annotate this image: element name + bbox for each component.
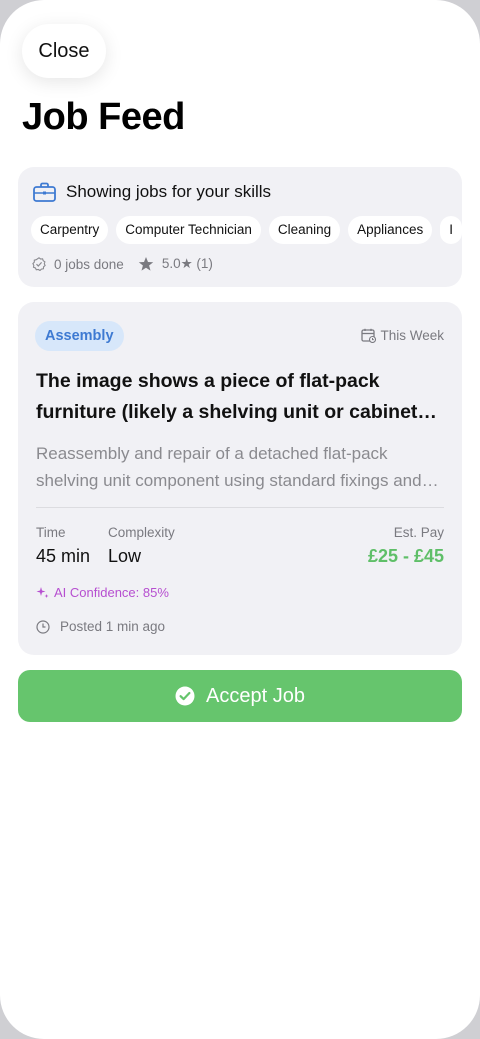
schedule-text: This Week (380, 328, 444, 343)
checkmark-circle-icon (175, 686, 206, 706)
briefcase-icon (33, 182, 56, 202)
ai-confidence: AI Confidence: 85% (36, 585, 169, 600)
posted-time: Posted 1 min ago (36, 619, 165, 634)
skill-chip[interactable]: Computer Technician (116, 216, 261, 244)
time-value: 45 min (36, 546, 91, 566)
time-label: Time (36, 525, 66, 540)
clock-icon (36, 619, 60, 634)
jobs-done-count: 0 jobs done (54, 256, 124, 272)
skills-header: Showing jobs for your skills (33, 182, 271, 202)
skills-title: Showing jobs for your skills (66, 182, 272, 201)
worker-stats: 0 jobs done 5.0★ (1) (32, 256, 213, 272)
screen: Close Job Feed Showing jobs for your ski… (0, 0, 480, 1039)
posted-text: Posted 1 min ago (60, 619, 166, 634)
ai-confidence-text: AI Confidence: 85% (54, 585, 169, 600)
skill-chip[interactable]: Carpentry (31, 216, 109, 244)
sparkle-icon (36, 586, 54, 599)
skill-chip[interactable]: Appliances (348, 216, 433, 244)
skill-chip[interactable]: I (440, 216, 462, 244)
job-card[interactable]: Assembly This Week The image shows a pie… (18, 302, 462, 655)
divider (36, 507, 444, 508)
verified-badge-icon (32, 257, 54, 271)
job-title: The image shows a piece of flat-pack fur… (36, 370, 418, 423)
star-icon (138, 256, 162, 272)
page-title: Job Feed (22, 96, 185, 138)
skill-chip[interactable]: Cleaning (268, 216, 341, 244)
schedule-label: This Week (361, 328, 444, 343)
job-description: Reassembly and repair of a detached flat… (36, 444, 422, 490)
complexity-label: Complexity (108, 525, 175, 540)
pay-value: £25 - £45 (367, 546, 444, 566)
pay-label: Est. Pay (393, 525, 444, 540)
complexity-value: Low (108, 546, 142, 566)
calendar-icon (361, 328, 380, 343)
accept-job-label: Accept Job (206, 684, 305, 707)
accept-job-button[interactable]: Accept Job (18, 670, 462, 722)
rating-value: 5.0★ (1) (161, 256, 213, 271)
skill-chips: Carpentry Computer Technician Cleaning A… (31, 216, 462, 246)
category-badge: Assembly (35, 321, 124, 351)
close-button[interactable]: Close (22, 24, 106, 78)
skills-card: Showing jobs for your skills Carpentry C… (18, 167, 462, 287)
